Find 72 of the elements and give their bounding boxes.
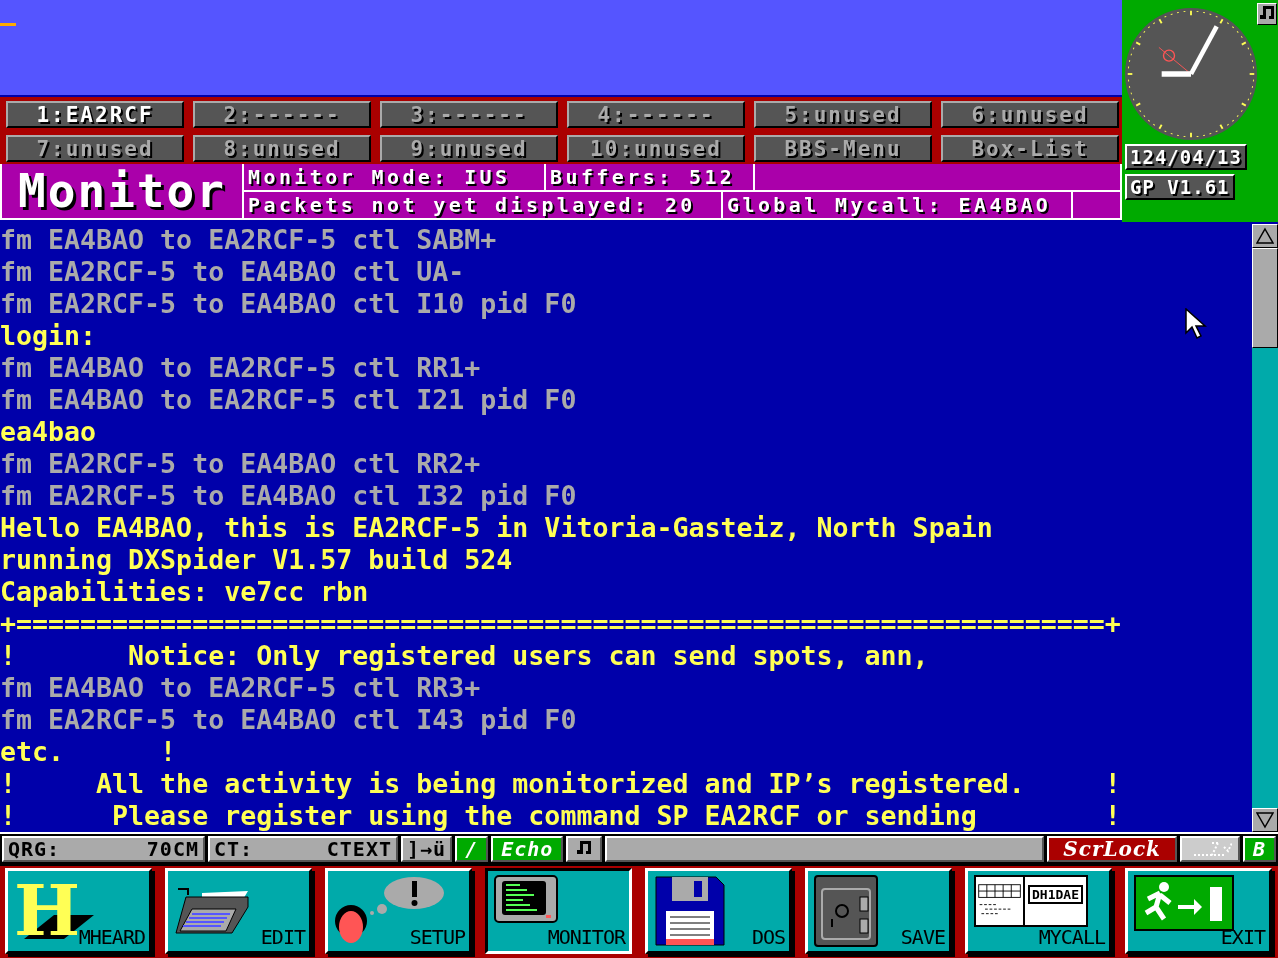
channel-button[interactable]: 4:------ — [567, 101, 745, 128]
toolbar-button[interactable]: EDIT — [165, 868, 312, 954]
image-indicator[interactable] — [1179, 836, 1240, 862]
status-text: Buffers: 512 — [546, 164, 753, 190]
terminal-line: +====================================================================+ — [0, 608, 1121, 640]
toggle-indicator[interactable]: B — [1242, 836, 1276, 862]
channel-button[interactable]: 9:unused — [380, 135, 558, 162]
terminal-line: ea4bao — [0, 416, 97, 448]
terminal-line: fm EA4BAO to EA2RCF-5 ctl RR1+ — [0, 352, 481, 384]
terminal-line: fm EA2RCF-5 to EA4BAO ctl I10 pid F0 — [0, 288, 577, 320]
status-text: Monitor Mode: IUS — [244, 164, 544, 190]
header-panel — [1073, 192, 1120, 218]
field-label: QRG: — [8, 837, 61, 861]
text-cursor — [0, 23, 16, 26]
toggle-indicator[interactable]: Echo — [491, 836, 564, 862]
terminal-line: running DXSpider V1.57 build 524 — [0, 544, 513, 576]
terminal-line: fm EA4BAO to EA2RCF-5 ctl I21 pid F0 — [0, 384, 577, 416]
sound-button[interactable] — [1257, 3, 1277, 25]
toolbar-button[interactable]: DOS — [645, 868, 792, 954]
terminal-line: ! Please register using the command SP EA2RCF or sending ! — [0, 800, 1121, 832]
field-value: 70CM — [146, 837, 199, 861]
channel-button[interactable]: 5:unused — [754, 101, 932, 128]
terminal-line: Capabilities: ve7cc rbn — [0, 576, 369, 608]
channel-button[interactable]: BBS-Menu — [754, 135, 932, 162]
terminal-line: ! Notice: Only registered users can send spots, ann, — [0, 640, 929, 672]
terminal-line: fm EA2RCF-5 to EA4BAO ctl I43 pid F0 — [0, 704, 577, 736]
status-text: Global Mycall: EA4BAO — [723, 192, 1071, 218]
toolbar-button[interactable]: MONITOR — [485, 868, 632, 954]
channel-button[interactable]: 7:unused — [6, 135, 184, 162]
channel-button[interactable]: 1:EA2RCF — [6, 101, 184, 128]
channel-button[interactable]: 10:unused — [567, 135, 745, 162]
terminal-line: login: — [0, 320, 97, 352]
field-value: CTEXT — [326, 837, 392, 861]
monitor-icon — [494, 875, 558, 923]
screen-title: Monitor — [2, 164, 242, 218]
toggle-indicator[interactable]: / — [455, 836, 489, 862]
scrollbar-track[interactable] — [1252, 224, 1278, 832]
field-label: CT: — [214, 837, 254, 861]
toolbar-button[interactable]: DH1DAE MYCALL — [965, 868, 1112, 954]
exit-sign-icon — [1134, 875, 1234, 931]
terminal-line: etc. ! — [0, 736, 177, 768]
toolbar-button[interactable]: EXIT — [1125, 868, 1272, 954]
lock-indicator[interactable]: ScrLock — [1047, 836, 1177, 862]
scroll-down-button[interactable] — [1252, 808, 1278, 832]
channel-button[interactable]: Box-List — [941, 135, 1119, 162]
channel-button[interactable]: 3:------ — [380, 101, 558, 128]
toolbar-button[interactable]: SETUP — [325, 868, 472, 954]
terminal-line: fm EA2RCF-5 to EA4BAO ctl RR2+ — [0, 448, 481, 480]
scroll-up-button[interactable] — [1252, 224, 1278, 248]
key-indicator[interactable]: ]→ü — [401, 836, 453, 862]
safe-icon — [814, 875, 878, 947]
up-arrow-icon — [1256, 227, 1274, 245]
down-arrow-icon — [1256, 811, 1274, 829]
version-label: GP V1.61 — [1125, 174, 1235, 200]
channel-button[interactable]: 6:unused — [941, 101, 1119, 128]
callsign-label: DH1DAE — [1028, 885, 1083, 904]
status-field[interactable]: CT: CTEXT — [208, 836, 398, 862]
status-text: Packets not yet displayed: 20 — [244, 192, 721, 218]
status-field[interactable]: QRG: 70CM — [2, 836, 205, 862]
date-display: 124/04/13 — [1125, 144, 1247, 170]
channel-button[interactable]: 2:------ — [193, 101, 371, 128]
terminal-line: fm EA2RCF-5 to EA4BAO ctl UA- — [0, 256, 465, 288]
terminal-line: ! All the activity is being monitorized and IP’s registered. ! — [0, 768, 1121, 800]
sound-indicator[interactable] — [566, 836, 603, 862]
terminal-line: Hello EA4BAO, this is EA2RCF-5 in Vitoria-Gasteiz, North Spain — [0, 512, 993, 544]
toolbar-button[interactable]: SAVE — [805, 868, 952, 954]
scroll-thumb[interactable] — [1252, 248, 1278, 348]
terminal-line: fm EA4BAO to EA2RCF-5 ctl RR3+ — [0, 672, 481, 704]
terminal-line: fm EA2RCF-5 to EA4BAO ctl I32 pid F0 — [0, 480, 577, 512]
channel-button[interactable]: 8:unused — [193, 135, 371, 162]
mouse-pointer-icon — [1185, 308, 1207, 340]
terminal-line: fm EA4BAO to EA2RCF-5 ctl SABM+ — [0, 224, 497, 256]
